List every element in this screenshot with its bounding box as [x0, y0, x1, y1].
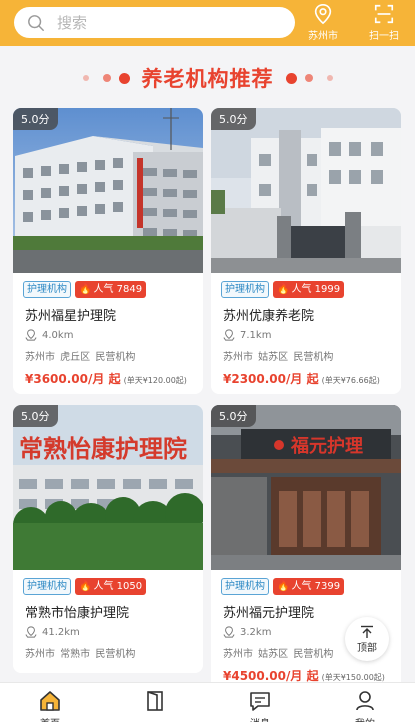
map-pin-icon [25, 329, 37, 341]
user-icon [356, 691, 374, 711]
fire-icon: 🔥 [277, 580, 290, 592]
location-label: 苏州市 [308, 31, 338, 42]
header-bar: 搜索 苏州市 扫一扫 [0, 0, 415, 46]
search-icon [28, 14, 44, 31]
area-text: 苏州市 姑苏区 民营机构 [223, 352, 334, 363]
building-photo: 常熟怡康护理院 [13, 405, 203, 570]
home-icon [40, 691, 60, 711]
tag-row: 护理机构 🔥 人气 1050 [23, 578, 147, 595]
institution-card[interactable]: 5.0分 护理机构 🔥 人气 7849 苏州福星护理院 4.0km 苏州市 虎丘区… [13, 108, 203, 394]
daily-price: (单天¥150.00起) [321, 673, 385, 682]
institution-photo: 5.0分 [211, 108, 401, 273]
back-to-top-button[interactable]: 顶部 [345, 617, 389, 661]
daily-price: (单天¥120.00起) [123, 376, 187, 385]
building-photo: 福元护理 [211, 405, 401, 570]
nav-item-2[interactable] [125, 689, 185, 715]
area-text: 苏州市 常熟市 民营机构 [25, 649, 136, 660]
nav-messages-label: 消息 [250, 715, 270, 722]
building-sign: 福元护理 [290, 435, 363, 457]
location-button[interactable]: 苏州市 [303, 2, 343, 42]
scan-button[interactable]: 扫一扫 [364, 2, 404, 42]
popularity-text: 人气 1999 [291, 283, 341, 295]
decor-dot [304, 74, 313, 82]
distance-row: 41.2km [25, 626, 80, 638]
institution-name: 苏州福星护理院 [25, 309, 117, 324]
institution-photo: 福元护理 5.0分 [211, 405, 401, 570]
search-bar[interactable]: 搜索 [14, 7, 295, 38]
bottom-nav: 首页 消息 我的 [0, 682, 415, 722]
distance-row: 7.1km [223, 329, 271, 341]
message-icon [250, 692, 270, 711]
popularity-tag: 🔥 人气 7849 [75, 281, 147, 298]
type-tag: 护理机构 [23, 281, 71, 298]
fire-icon: 🔥 [79, 580, 92, 592]
scan-label: 扫一扫 [369, 31, 399, 42]
tag-row: 护理机构 🔥 人气 7399 [221, 578, 345, 595]
section-header: 养老机构推荐 [0, 58, 415, 98]
area-text: 苏州市 姑苏区 民营机构 [223, 649, 334, 660]
location-pin-icon [314, 4, 332, 25]
building-sign: 常熟怡康护理院 [19, 435, 187, 463]
popularity-text: 人气 7849 [93, 283, 143, 295]
scan-icon [374, 4, 394, 24]
decor-dot [102, 74, 111, 82]
rating-badge: 5.0分 [211, 108, 256, 130]
section-title: 养老机构推荐 [141, 67, 274, 91]
type-tag: 护理机构 [23, 578, 71, 595]
distance-row: 4.0km [25, 329, 73, 341]
distance-row: 3.2km [223, 626, 271, 638]
price-row: ¥3600.00/月 起 (单天¥120.00起) [25, 370, 187, 387]
type-tag: 护理机构 [221, 281, 269, 298]
monthly-price: ¥3600.00/月 起 [25, 372, 121, 386]
nav-home[interactable]: 首页 [20, 689, 80, 722]
nav-messages[interactable]: 消息 [230, 689, 290, 722]
institution-name: 苏州优康养老院 [223, 309, 315, 324]
distance-text: 3.2km [240, 626, 272, 638]
decor-dot [118, 72, 130, 84]
door-icon [147, 691, 163, 711]
rating-badge: 5.0分 [211, 405, 256, 427]
popularity-tag: 🔥 人气 1050 [75, 578, 147, 595]
rating-badge: 5.0分 [13, 108, 58, 130]
institution-card[interactable]: 5.0分 护理机构 🔥 人气 1999 苏州优康养老院 7.1km 苏州市 姑苏区… [211, 108, 401, 394]
institution-name: 苏州福元护理院 [223, 606, 315, 621]
map-pin-icon [223, 329, 235, 341]
popularity-text: 人气 1050 [93, 580, 143, 592]
rating-badge: 5.0分 [13, 405, 58, 427]
institution-photo: 5.0分 [13, 108, 203, 273]
popularity-tag: 🔥 人气 7399 [273, 578, 345, 595]
area-text: 苏州市 虎丘区 民营机构 [25, 352, 136, 363]
map-pin-icon [25, 626, 37, 638]
search-placeholder: 搜索 [57, 14, 88, 32]
monthly-price: ¥4500.00/月 起 [223, 669, 319, 683]
nav-mine[interactable]: 我的 [335, 689, 395, 722]
monthly-price: ¥2300.00/月 起 [223, 372, 319, 386]
decor-dot [326, 75, 333, 81]
price-row: ¥2300.00/月 起 (单天¥76.66起) [223, 370, 380, 387]
tag-row: 护理机构 🔥 人气 7849 [23, 281, 147, 298]
decor-dot [285, 72, 297, 84]
daily-price: (单天¥76.66起) [321, 376, 380, 385]
decor-dot [82, 75, 89, 81]
fire-icon: 🔥 [277, 283, 290, 295]
type-tag: 护理机构 [221, 578, 269, 595]
back-to-top-label: 顶部 [357, 642, 377, 654]
popularity-tag: 🔥 人气 1999 [273, 281, 345, 298]
institution-name: 常熟市怡康护理院 [25, 606, 130, 621]
institution-card[interactable]: 常熟怡康护理院 5.0分 护理机构 🔥 人气 1050 常熟市怡康护理院 41.2… [13, 405, 203, 673]
popularity-text: 人气 7399 [291, 580, 341, 592]
arrow-up-icon [361, 625, 373, 638]
building-photo [211, 108, 401, 273]
nav-home-label: 首页 [40, 715, 60, 722]
institution-photo: 常熟怡康护理院 5.0分 [13, 405, 203, 570]
distance-text: 41.2km [42, 626, 80, 638]
fire-icon: 🔥 [79, 283, 92, 295]
building-photo [13, 108, 203, 273]
tag-row: 护理机构 🔥 人气 1999 [221, 281, 345, 298]
nav-mine-label: 我的 [355, 715, 375, 722]
distance-text: 4.0km [42, 329, 74, 341]
map-pin-icon [223, 626, 235, 638]
distance-text: 7.1km [240, 329, 272, 341]
